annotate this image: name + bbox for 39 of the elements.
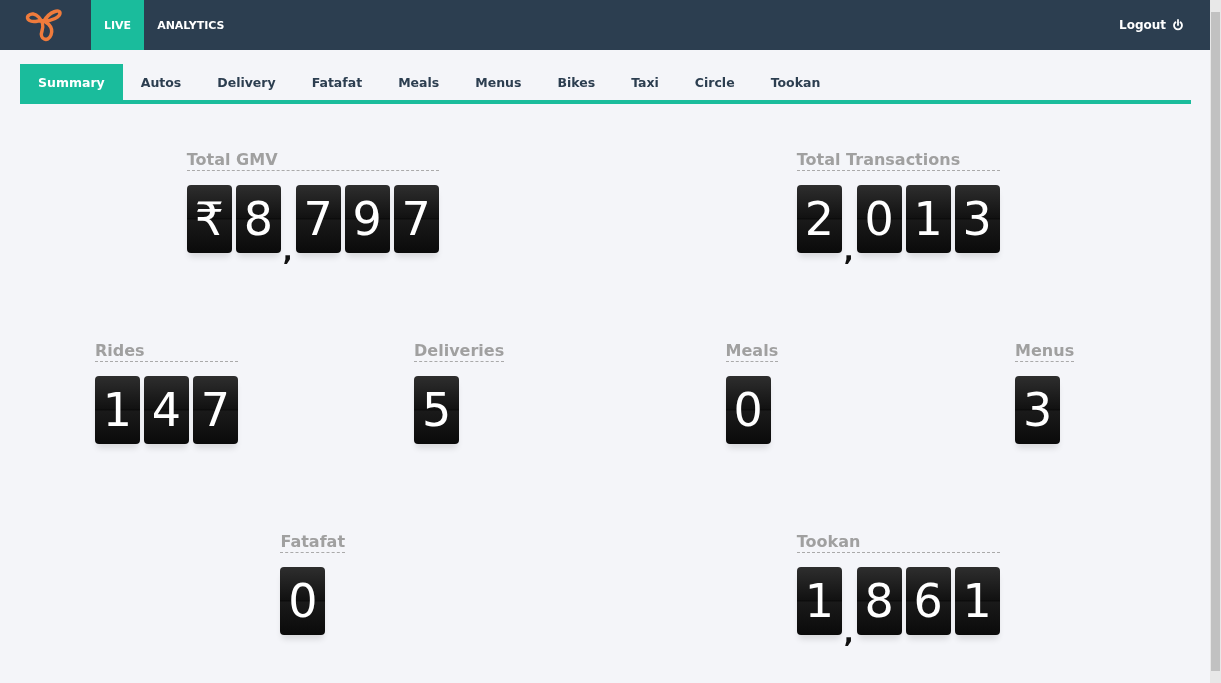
tab[interactable]: Fatafat	[293, 64, 381, 100]
tab[interactable]: Taxi	[613, 64, 677, 100]
counter-digit: 1	[954, 567, 1000, 635]
counter-digit: 0	[280, 567, 326, 635]
counter-label: Menus	[1015, 341, 1075, 362]
counter-digit: 5	[414, 376, 460, 444]
counter-digit: 6	[905, 567, 951, 635]
tab[interactable]: Autos	[122, 64, 200, 100]
counter-label: Fatafat	[280, 532, 346, 553]
counter-label: Rides	[94, 341, 238, 362]
counter-digit: 9	[344, 185, 390, 253]
counter-digit: 2	[796, 185, 842, 253]
counter-label: Total Transactions	[796, 150, 1000, 171]
counter-digit: 0	[725, 376, 771, 444]
tab[interactable]: Tookan	[752, 64, 839, 100]
counter-digit: 3	[1015, 376, 1061, 444]
counter-label: Deliveries	[414, 341, 505, 362]
counter-digit: 7	[192, 376, 238, 444]
tab[interactable]: Delivery	[199, 64, 294, 100]
counter-digit: 3	[954, 185, 1000, 253]
tab[interactable]: Bikes	[539, 64, 614, 100]
counter-digit: 1	[905, 185, 951, 253]
counter-digit: 0	[856, 185, 902, 253]
nav-tab[interactable]: ANALYTICS	[144, 0, 238, 50]
tab[interactable]: Circle	[676, 64, 753, 100]
counter-digit: 7	[393, 185, 439, 253]
counter-digit: 1	[796, 567, 842, 635]
counter-digit: 4	[143, 376, 189, 444]
tab[interactable]: Meals	[380, 64, 458, 100]
counter-label: Tookan	[796, 532, 1000, 553]
counter-label: Total GMV	[186, 150, 439, 171]
counter-digit: 1	[94, 376, 140, 444]
counter-digit: ₹	[186, 185, 232, 253]
tab[interactable]: Menus	[457, 64, 540, 100]
counter-digit: 8	[235, 185, 281, 253]
logout-link[interactable]: Logout	[1119, 0, 1184, 50]
counter-label: Meals	[725, 341, 779, 362]
counter-digit: 7	[295, 185, 341, 253]
counter-digit: 8	[856, 567, 902, 635]
